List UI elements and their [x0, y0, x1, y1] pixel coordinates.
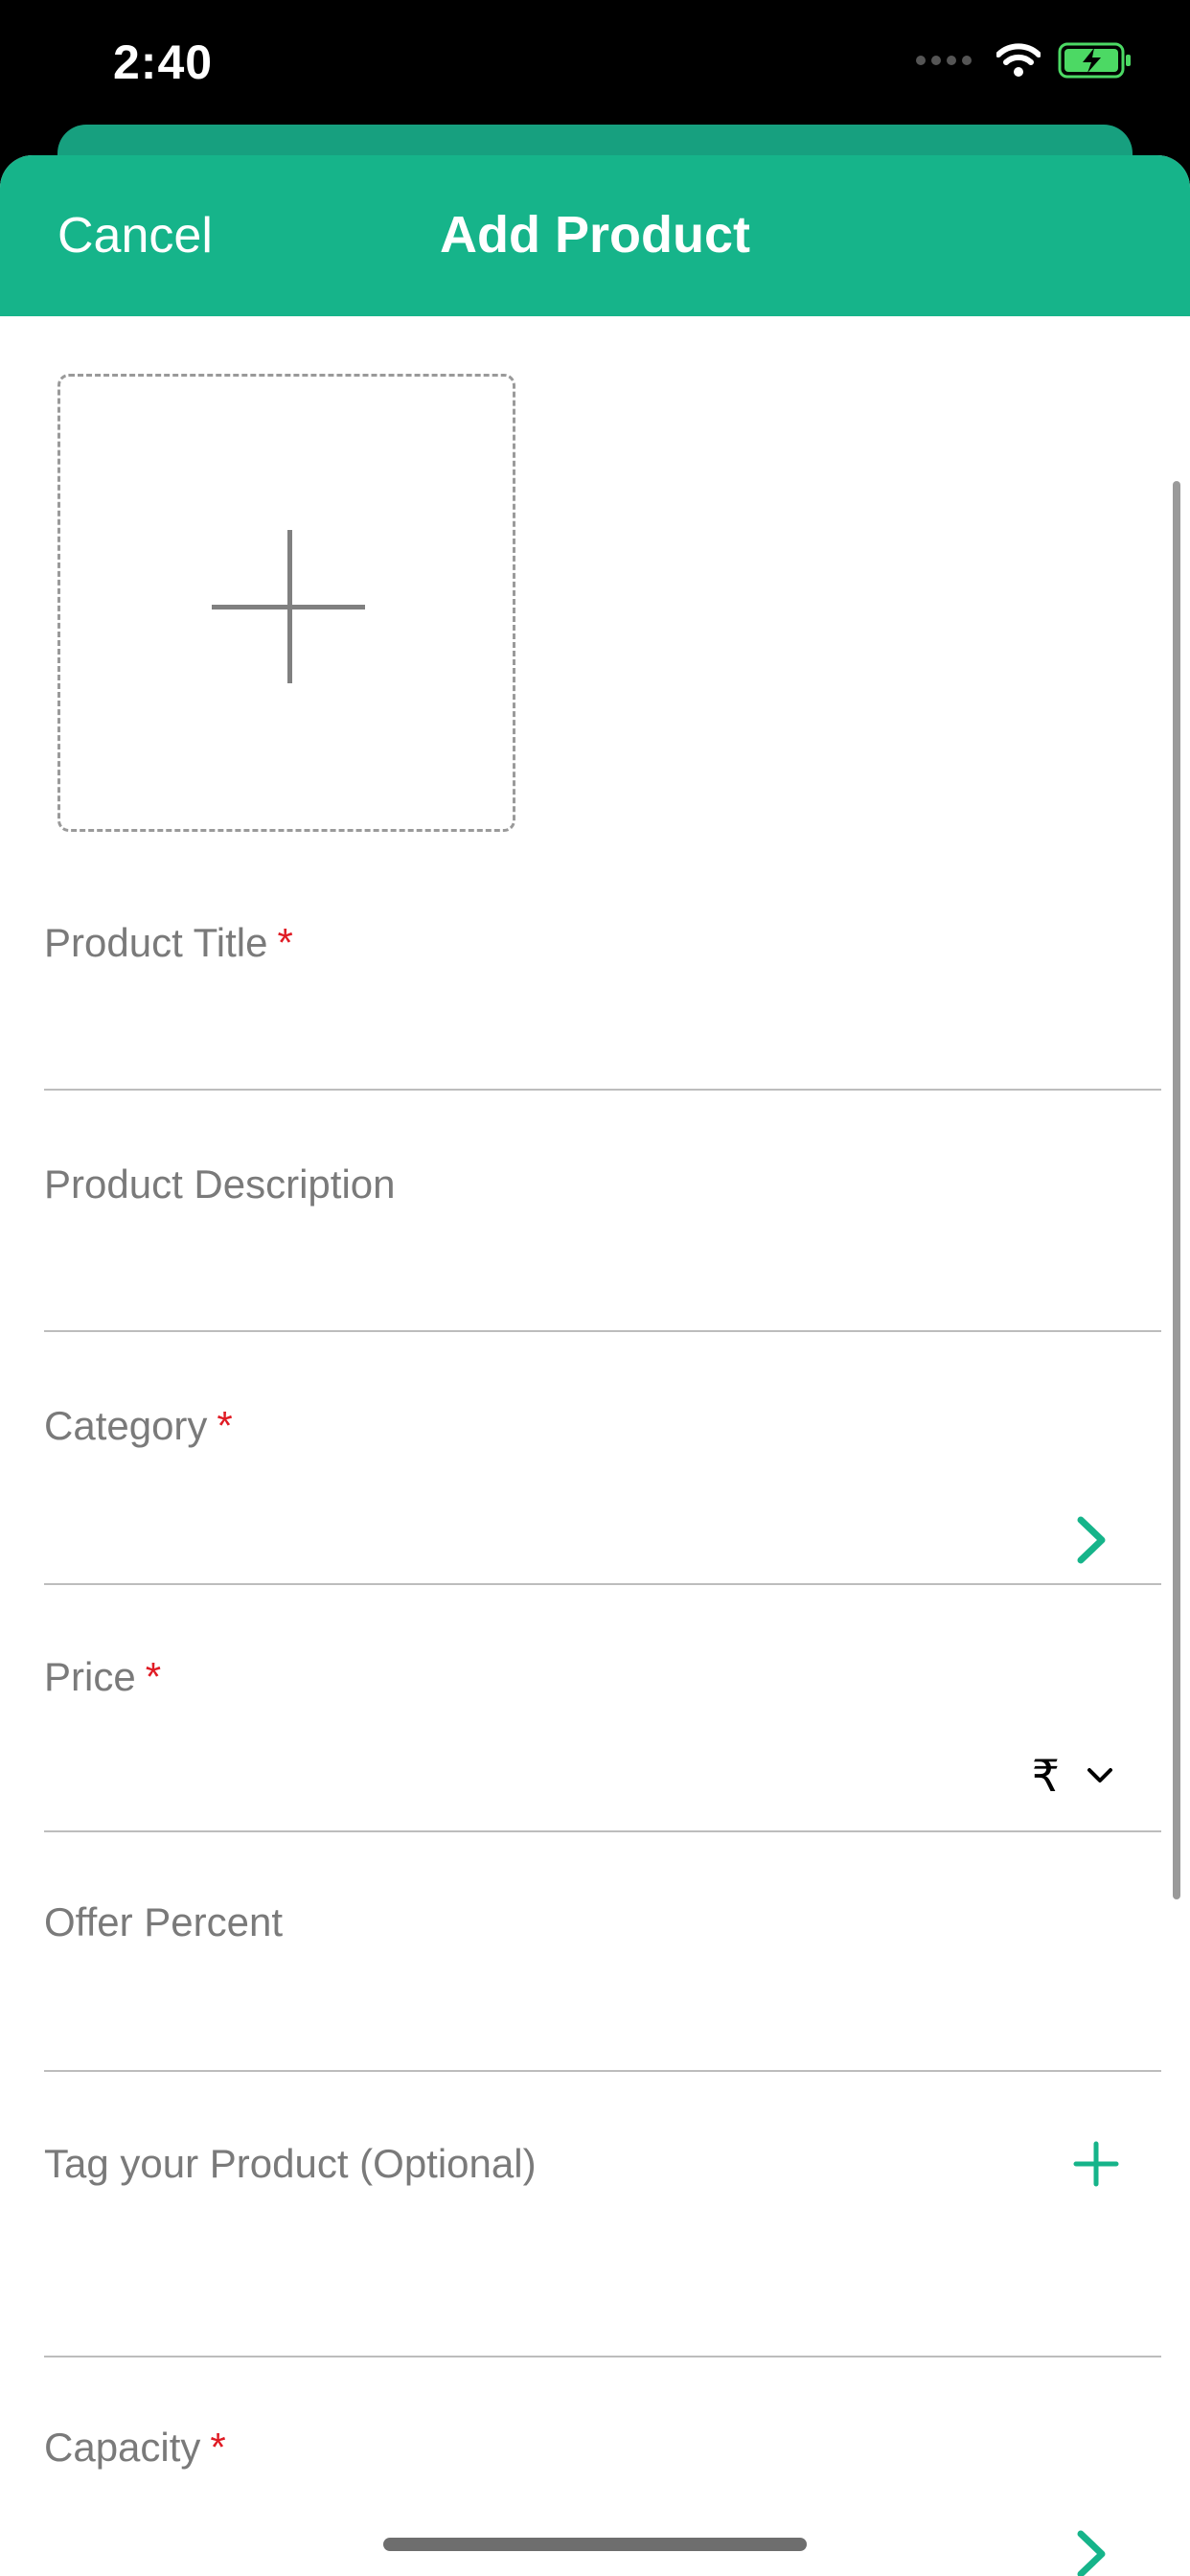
product-title-label: Product Title *	[44, 920, 293, 965]
chevron-down-icon	[1087, 1768, 1112, 1782]
capacity-label: Capacity *	[44, 2425, 226, 2470]
product-title-field[interactable]: Product Title *	[44, 920, 1161, 1091]
currency-symbol: ₹	[1031, 1751, 1060, 1801]
category-field[interactable]: Category *	[44, 1403, 1161, 1585]
signal-icon	[916, 56, 972, 65]
scrollbar[interactable]	[1173, 481, 1180, 1899]
price-label: Price *	[44, 1654, 162, 1699]
add-image-button[interactable]	[57, 374, 515, 832]
required-marker: *	[217, 1403, 233, 1448]
add-tag-button[interactable]	[1073, 2141, 1119, 2187]
status-bar: 2:40	[0, 0, 1190, 125]
offer-percent-field[interactable]: Offer Percent	[44, 1899, 1161, 2072]
product-description-label: Product Description	[44, 1162, 396, 1207]
currency-selector[interactable]: ₹	[1032, 1750, 1113, 1802]
required-marker: *	[145, 1654, 162, 1699]
chevron-right-icon[interactable]	[1075, 2530, 1108, 2576]
battery-charging-icon	[1058, 42, 1131, 79]
offer-percent-label: Offer Percent	[44, 1899, 284, 1944]
tag-product-field: Tag your Product (Optional)	[44, 2141, 1161, 2358]
status-icons	[916, 42, 1133, 79]
nav-bar: Cancel Add Product	[0, 155, 1190, 316]
product-description-field[interactable]: Product Description	[44, 1162, 1161, 1332]
tag-product-label: Tag your Product (Optional)	[44, 2141, 537, 2186]
home-indicator[interactable]	[383, 2538, 807, 2551]
chevron-right-icon[interactable]	[1075, 1516, 1108, 1564]
price-field[interactable]: Price * ₹	[44, 1654, 1161, 1832]
capacity-field[interactable]: Capacity *	[44, 2425, 1161, 2576]
status-time: 2:40	[113, 35, 214, 89]
category-label: Category *	[44, 1403, 233, 1448]
page-title: Add Product	[440, 206, 750, 264]
wifi-icon	[996, 43, 1041, 77]
required-marker: *	[277, 920, 293, 965]
add-product-sheet: Cancel Add Product Product Title * Produc…	[0, 155, 1190, 2576]
required-marker: *	[210, 2425, 226, 2470]
